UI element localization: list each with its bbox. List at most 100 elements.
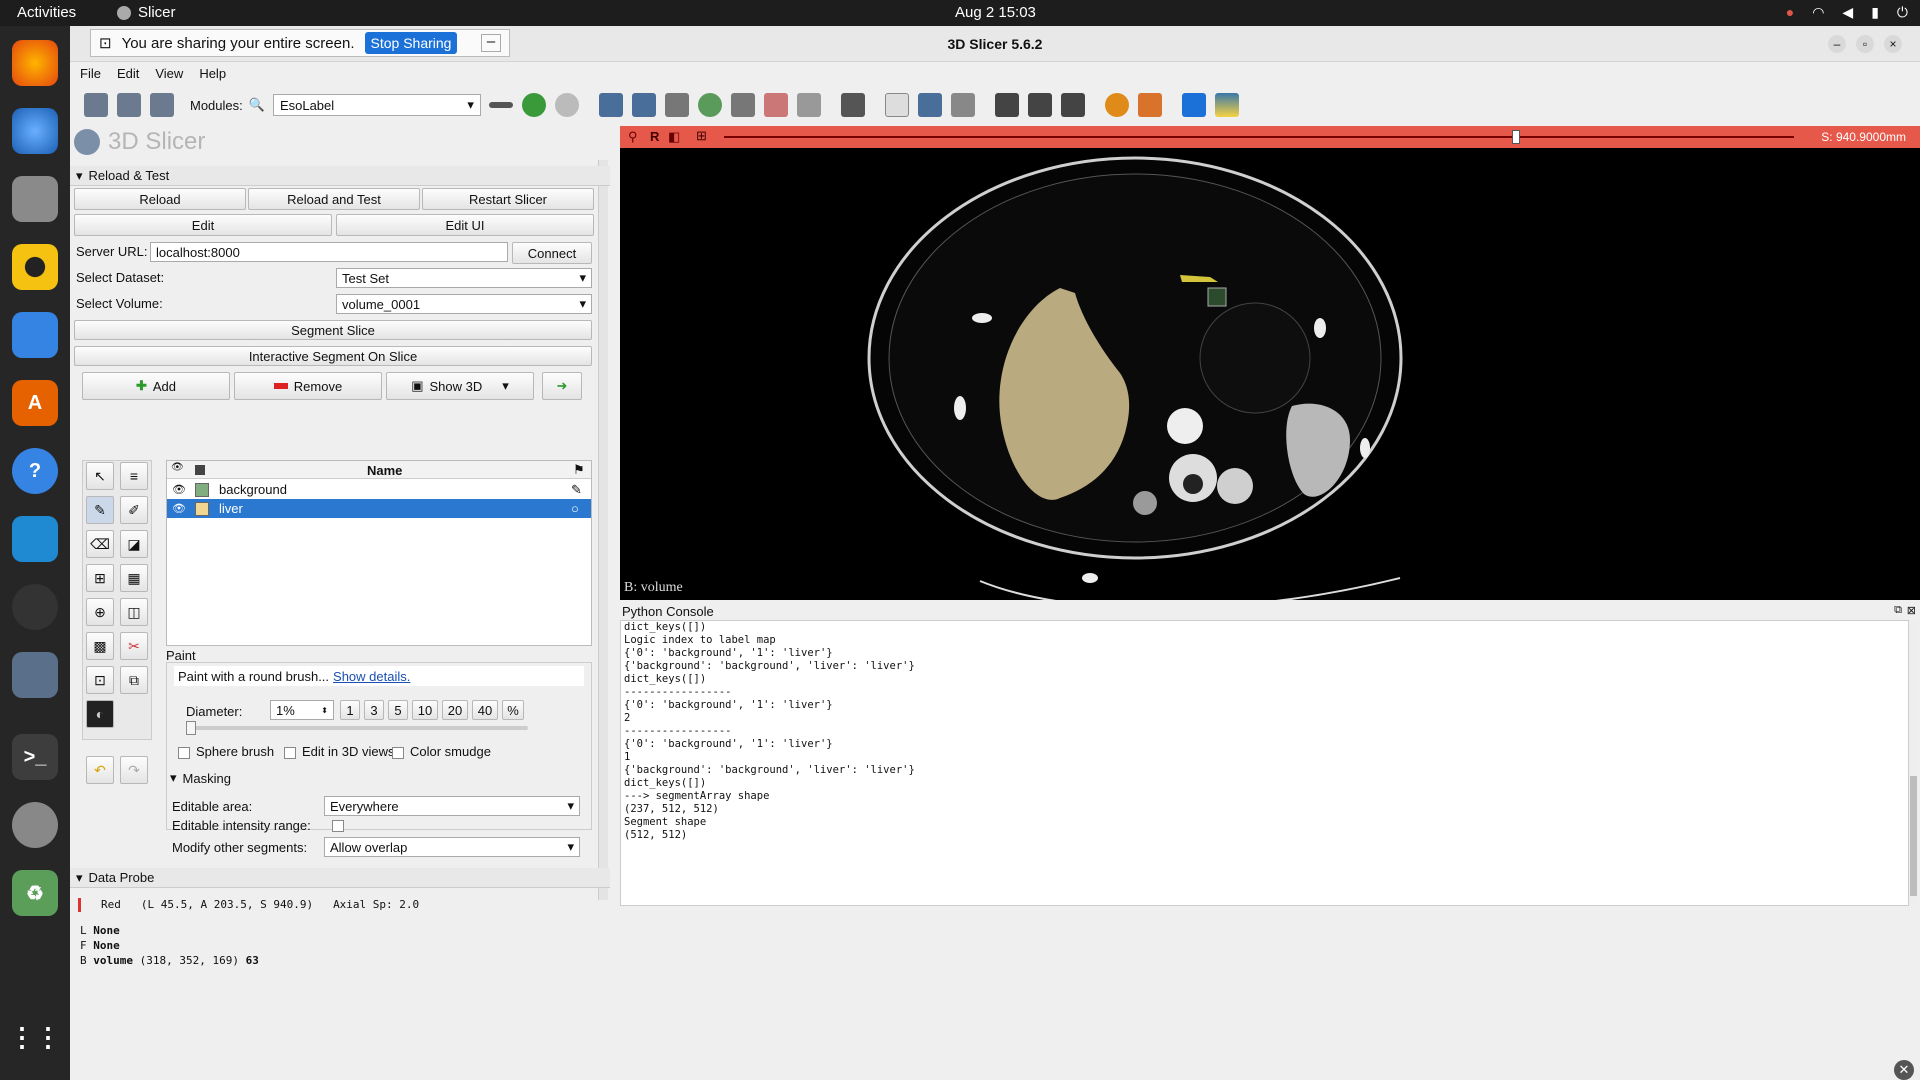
activities-button[interactable]: Activities: [17, 4, 76, 21]
cube-icon[interactable]: [664, 93, 689, 117]
draw-icon[interactable]: ✐: [120, 496, 148, 524]
remove-segment-button[interactable]: Remove: [234, 372, 382, 400]
edit-3d-checkbox[interactable]: Edit in 3D views: [284, 744, 394, 759]
menu-help[interactable]: Help: [199, 66, 226, 81]
diameter-unit-toggle[interactable]: %: [502, 700, 524, 720]
diameter-preset-20[interactable]: 20: [442, 700, 468, 720]
screenshot-icon[interactable]: [840, 93, 865, 117]
segments-table[interactable]: 👁 Name ⚑ 👁 background ✎ 👁 liver ○: [166, 460, 592, 646]
console-close-icon[interactable]: ⊠: [1907, 604, 1916, 617]
app-center-icon[interactable]: A: [12, 380, 58, 426]
maximize-window-button[interactable]: ▫: [1856, 35, 1874, 53]
console-scrollbar[interactable]: [1908, 620, 1918, 906]
scene-view-icon[interactable]: [1027, 93, 1052, 117]
restart-slicer-button[interactable]: Restart Slicer: [422, 188, 594, 210]
capture-icon[interactable]: [994, 93, 1019, 117]
eye-icon[interactable]: 👁: [167, 502, 191, 515]
name-column-header[interactable]: Name: [367, 463, 402, 478]
edit-ui-button[interactable]: Edit UI: [336, 214, 594, 236]
diameter-preset-10[interactable]: 10: [412, 700, 438, 720]
link-icon[interactable]: ◧: [668, 129, 680, 145]
system-tray[interactable]: ● ◠ ◀ ▮ ⏻: [1786, 4, 1908, 21]
reload-test-button[interactable]: Reload and Test: [248, 188, 420, 210]
markups-icon[interactable]: [763, 93, 788, 117]
panel-scrollbar[interactable]: [598, 160, 608, 900]
minimize-window-button[interactable]: –: [1828, 35, 1846, 53]
python-icon[interactable]: [1214, 93, 1239, 117]
show-3d-button[interactable]: ▣ Show 3D ▾: [386, 372, 534, 400]
writer-icon[interactable]: [12, 312, 58, 358]
menu-view[interactable]: View: [155, 66, 183, 81]
menu-file[interactable]: File: [80, 66, 101, 81]
list-icon[interactable]: [631, 93, 656, 117]
reload-button[interactable]: Reload: [74, 188, 246, 210]
segment-row-background[interactable]: 👁 background ✎: [167, 480, 591, 499]
spin-arrows-icon[interactable]: ⬍: [321, 706, 328, 715]
margin-icon[interactable]: ⊕: [86, 598, 114, 626]
layout-grid-icon[interactable]: ⊞: [696, 128, 707, 144]
segment-row-liver[interactable]: 👁 liver ○: [167, 499, 591, 518]
scissors-icon[interactable]: ✂: [120, 632, 148, 660]
search-icon[interactable]: 🔍: [249, 97, 265, 113]
mask-volume-icon[interactable]: ◐: [86, 700, 114, 728]
modify-segments-select[interactable]: Allow overlap ▾: [324, 837, 580, 857]
sphere-brush-checkbox[interactable]: Sphere brush: [178, 744, 274, 759]
segment-slice-button[interactable]: Segment Slice: [74, 320, 592, 340]
vscode-icon[interactable]: [12, 516, 58, 562]
segment-name[interactable]: background: [219, 482, 571, 497]
module-history-icon[interactable]: [488, 102, 513, 108]
module-selector[interactable]: EsoLabel ▾: [272, 94, 481, 116]
logical-operators-icon[interactable]: ⧉: [120, 666, 148, 694]
edit-button[interactable]: Edit: [74, 214, 332, 236]
redo-icon[interactable]: ↷: [120, 756, 148, 784]
dataset-select[interactable]: Test Set ▾: [336, 268, 592, 288]
segment-name[interactable]: liver: [219, 501, 571, 516]
fill-between-slices-icon[interactable]: ▦: [120, 564, 148, 592]
connect-button[interactable]: Connect: [512, 242, 592, 264]
terminal-icon[interactable]: >_: [12, 734, 58, 780]
menu-edit[interactable]: Edit: [117, 66, 139, 81]
segment-color-swatch[interactable]: [195, 501, 209, 516]
paint-icon[interactable]: ✎: [86, 496, 114, 524]
crosshair-icon[interactable]: [1104, 93, 1129, 117]
diameter-slider[interactable]: [186, 721, 528, 735]
clock[interactable]: Aug 2 15:03: [955, 4, 1036, 21]
next-arrow-button[interactable]: ➜: [542, 372, 582, 400]
slice-slider-handle[interactable]: [1511, 130, 1520, 144]
segment-editor-icon[interactable]: [796, 93, 821, 117]
extensions-icon[interactable]: [1181, 93, 1206, 117]
save-icon[interactable]: [150, 93, 174, 117]
diameter-preset-40[interactable]: 40: [472, 700, 498, 720]
forward-arrow-icon[interactable]: [554, 93, 579, 117]
obs-icon[interactable]: [12, 584, 58, 630]
intensity-range-checkbox[interactable]: [332, 820, 344, 832]
no-effect-pointer-icon[interactable]: ↖: [86, 462, 114, 490]
add-segment-button[interactable]: ✚ Add: [82, 372, 230, 400]
pin-icon[interactable]: ⚲: [628, 129, 638, 145]
eye-icon[interactable]: 👁: [167, 483, 191, 496]
console-scroll-thumb[interactable]: [1910, 776, 1917, 896]
app-menu[interactable]: Slicer: [116, 4, 176, 21]
slice-offset-slider[interactable]: [724, 130, 1794, 144]
segment-color-swatch[interactable]: [195, 482, 209, 497]
server-url-input[interactable]: localhost:8000: [150, 242, 508, 262]
firefox-icon[interactable]: [12, 40, 58, 86]
files-icon[interactable]: [12, 176, 58, 222]
erase-icon[interactable]: ⌫: [86, 530, 114, 558]
diameter-preset-5[interactable]: 5: [388, 700, 408, 720]
red-slice-view[interactable]: ⚲ R ◧ ⊞ S: 940.9000mm B: volume: [620, 126, 1920, 600]
help-icon[interactable]: ?: [12, 448, 58, 494]
diameter-input[interactable]: 1% ⬍: [270, 700, 334, 720]
close-window-button[interactable]: ×: [1884, 35, 1902, 53]
transform-icon[interactable]: [730, 93, 755, 117]
pointer-icon[interactable]: [884, 93, 909, 117]
trash-icon[interactable]: ♻: [12, 870, 58, 916]
thunderbird-icon[interactable]: [12, 108, 58, 154]
stop-sharing-button[interactable]: Stop Sharing: [364, 32, 458, 54]
reload-test-section[interactable]: ▾ Reload & Test: [70, 166, 610, 186]
hollow-icon[interactable]: ◫: [120, 598, 148, 626]
level-tracing-icon[interactable]: ◪: [120, 530, 148, 558]
islands-icon[interactable]: ⊡: [86, 666, 114, 694]
banner-minimize-button[interactable]: –: [481, 34, 501, 52]
app-grid-icon[interactable]: ⋮⋮: [9, 1014, 61, 1060]
